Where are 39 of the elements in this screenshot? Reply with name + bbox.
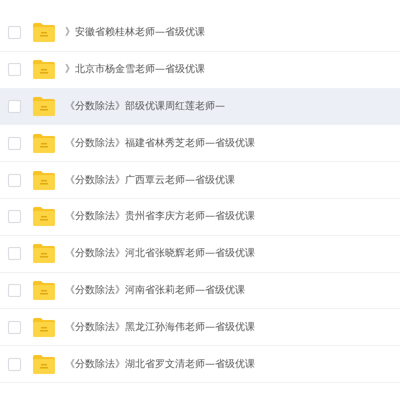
checkbox[interactable] (8, 358, 21, 371)
folder-name[interactable]: 》北京市杨金雪老师—省级优课 (65, 62, 205, 78)
folder-icon (33, 134, 55, 153)
folder-icon (33, 318, 55, 337)
folder-name[interactable]: 《分数除法》河南省张莉老师—省级优课 (65, 282, 245, 298)
checkbox[interactable] (8, 284, 21, 297)
folder-icon (33, 96, 55, 116)
folder-icon (33, 207, 55, 226)
folder-icon (33, 170, 55, 190)
checkbox[interactable] (8, 174, 21, 187)
folder-icon (33, 23, 55, 42)
folder-icon (33, 280, 55, 300)
file-row[interactable]: 《分数除法》黑龙江孙海伟老师—省级优课 (0, 309, 400, 346)
file-row[interactable]: 《分数除法》河南省张莉老师—省级优课 (0, 272, 400, 310)
file-row[interactable]: 《分数除法》河北省张晓辉老师—省级优课 (0, 236, 400, 273)
file-row[interactable]: 《分数除法》湖北省罗文清老师—省级优课 (0, 346, 400, 383)
file-row[interactable]: 《分数除法》广西覃云老师—省级优课 (0, 162, 400, 199)
file-row[interactable]: 《分数除法》部级优课周红莲老师— (0, 88, 400, 126)
checkbox[interactable] (8, 210, 21, 224)
file-row[interactable]: 《分数除法》福建省林秀芝老师—省级优课 (0, 125, 400, 162)
file-row[interactable]: 》安徽省赖桂林老师—省级优课 (0, 15, 400, 52)
folder-name[interactable]: 》安徽省赖桂林老师—省级优课 (65, 25, 205, 40)
folder-name[interactable]: 《分数除法》贵州省李庆方老师—省级优课 (65, 209, 255, 224)
folder-icon (33, 244, 55, 264)
checkbox[interactable] (8, 63, 21, 76)
checkbox[interactable] (8, 320, 21, 334)
folder-name[interactable]: 《分数除法》部级优课周红莲老师— (65, 98, 225, 114)
checkbox[interactable] (8, 247, 21, 260)
folder-name[interactable]: 《分数除法》河北省张晓辉老师—省级优课 (65, 246, 255, 262)
folder-name[interactable]: 《分数除法》广西覃云老师—省级优课 (65, 172, 235, 188)
file-row[interactable]: 《分数除法》贵州省李庆方老师—省级优课 (0, 198, 400, 236)
checkbox[interactable] (8, 100, 21, 113)
checkbox[interactable] (8, 26, 21, 40)
folder-name[interactable]: 《分数除法》湖北省罗文清老师—省级优课 (65, 356, 255, 372)
checkbox[interactable] (8, 136, 21, 150)
folder-name[interactable]: 《分数除法》黑龙江孙海伟老师—省级优课 (65, 320, 255, 335)
folder-icon (33, 60, 55, 80)
folder-name[interactable]: 《分数除法》福建省林秀芝老师—省级优课 (65, 136, 255, 151)
folder-icon (33, 354, 55, 374)
